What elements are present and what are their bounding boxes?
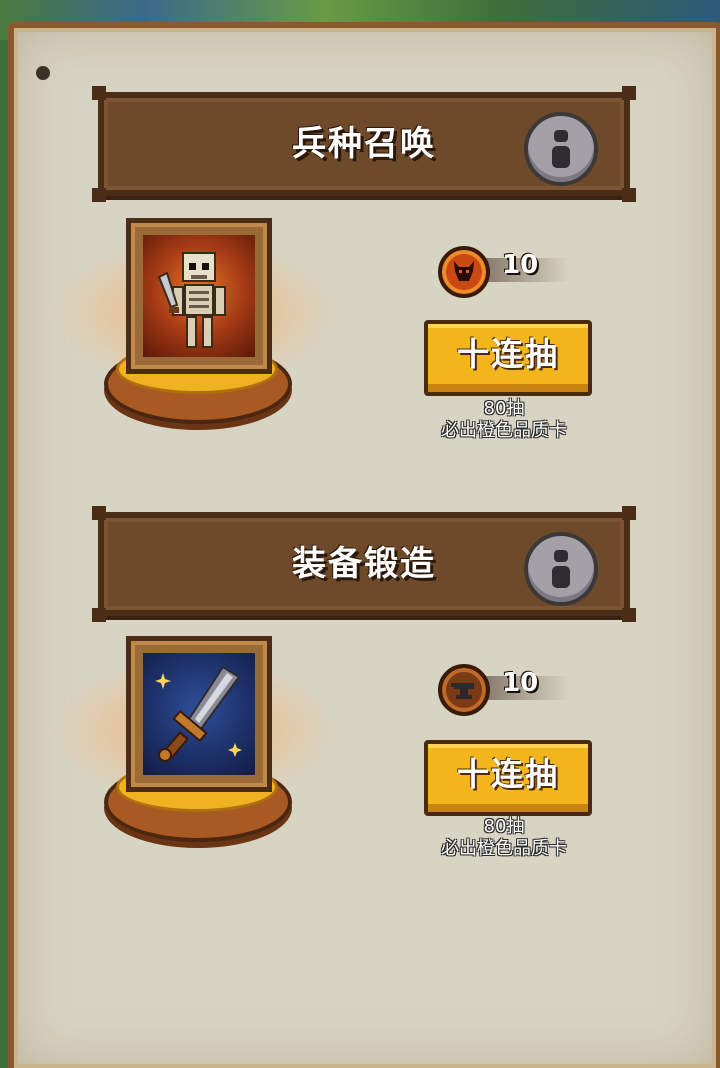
guarantee-text: 必出橙色品质卡 — [441, 420, 567, 441]
forge-cost: 10 — [438, 664, 578, 716]
summon-ten-draw-button[interactable]: 十连抽 — [424, 320, 592, 396]
info-icon[interactable] — [524, 112, 598, 186]
card-frame — [126, 218, 272, 374]
equipment-forge-header: 装备锻造 — [92, 506, 636, 622]
summon-cost: 10 — [438, 246, 578, 298]
anvil-token-icon — [438, 664, 490, 716]
cost-value: 10 — [502, 250, 539, 280]
guarantee-text: 必出橙色品质卡 — [441, 838, 567, 859]
cost-value: 10 — [502, 668, 539, 698]
skeleton-warrior-icon — [143, 235, 255, 357]
unit-card-display — [50, 218, 340, 428]
guarantee-note: 80抽 必出橙色品质卡 — [404, 398, 604, 442]
card-frame — [126, 636, 272, 792]
forge-ten-draw-button[interactable]: 十连抽 — [424, 740, 592, 816]
unit-summon-header: 兵种召唤 — [92, 86, 636, 202]
equipment-card-display — [50, 636, 340, 846]
demon-token-icon — [438, 246, 490, 298]
guarantee-count: 80抽 — [483, 398, 525, 419]
sword-icon — [143, 653, 255, 775]
info-icon[interactable] — [524, 532, 598, 606]
guarantee-count: 80抽 — [483, 816, 525, 837]
guarantee-note: 80抽 必出橙色品质卡 — [404, 816, 604, 860]
panel-rivet — [36, 66, 50, 80]
